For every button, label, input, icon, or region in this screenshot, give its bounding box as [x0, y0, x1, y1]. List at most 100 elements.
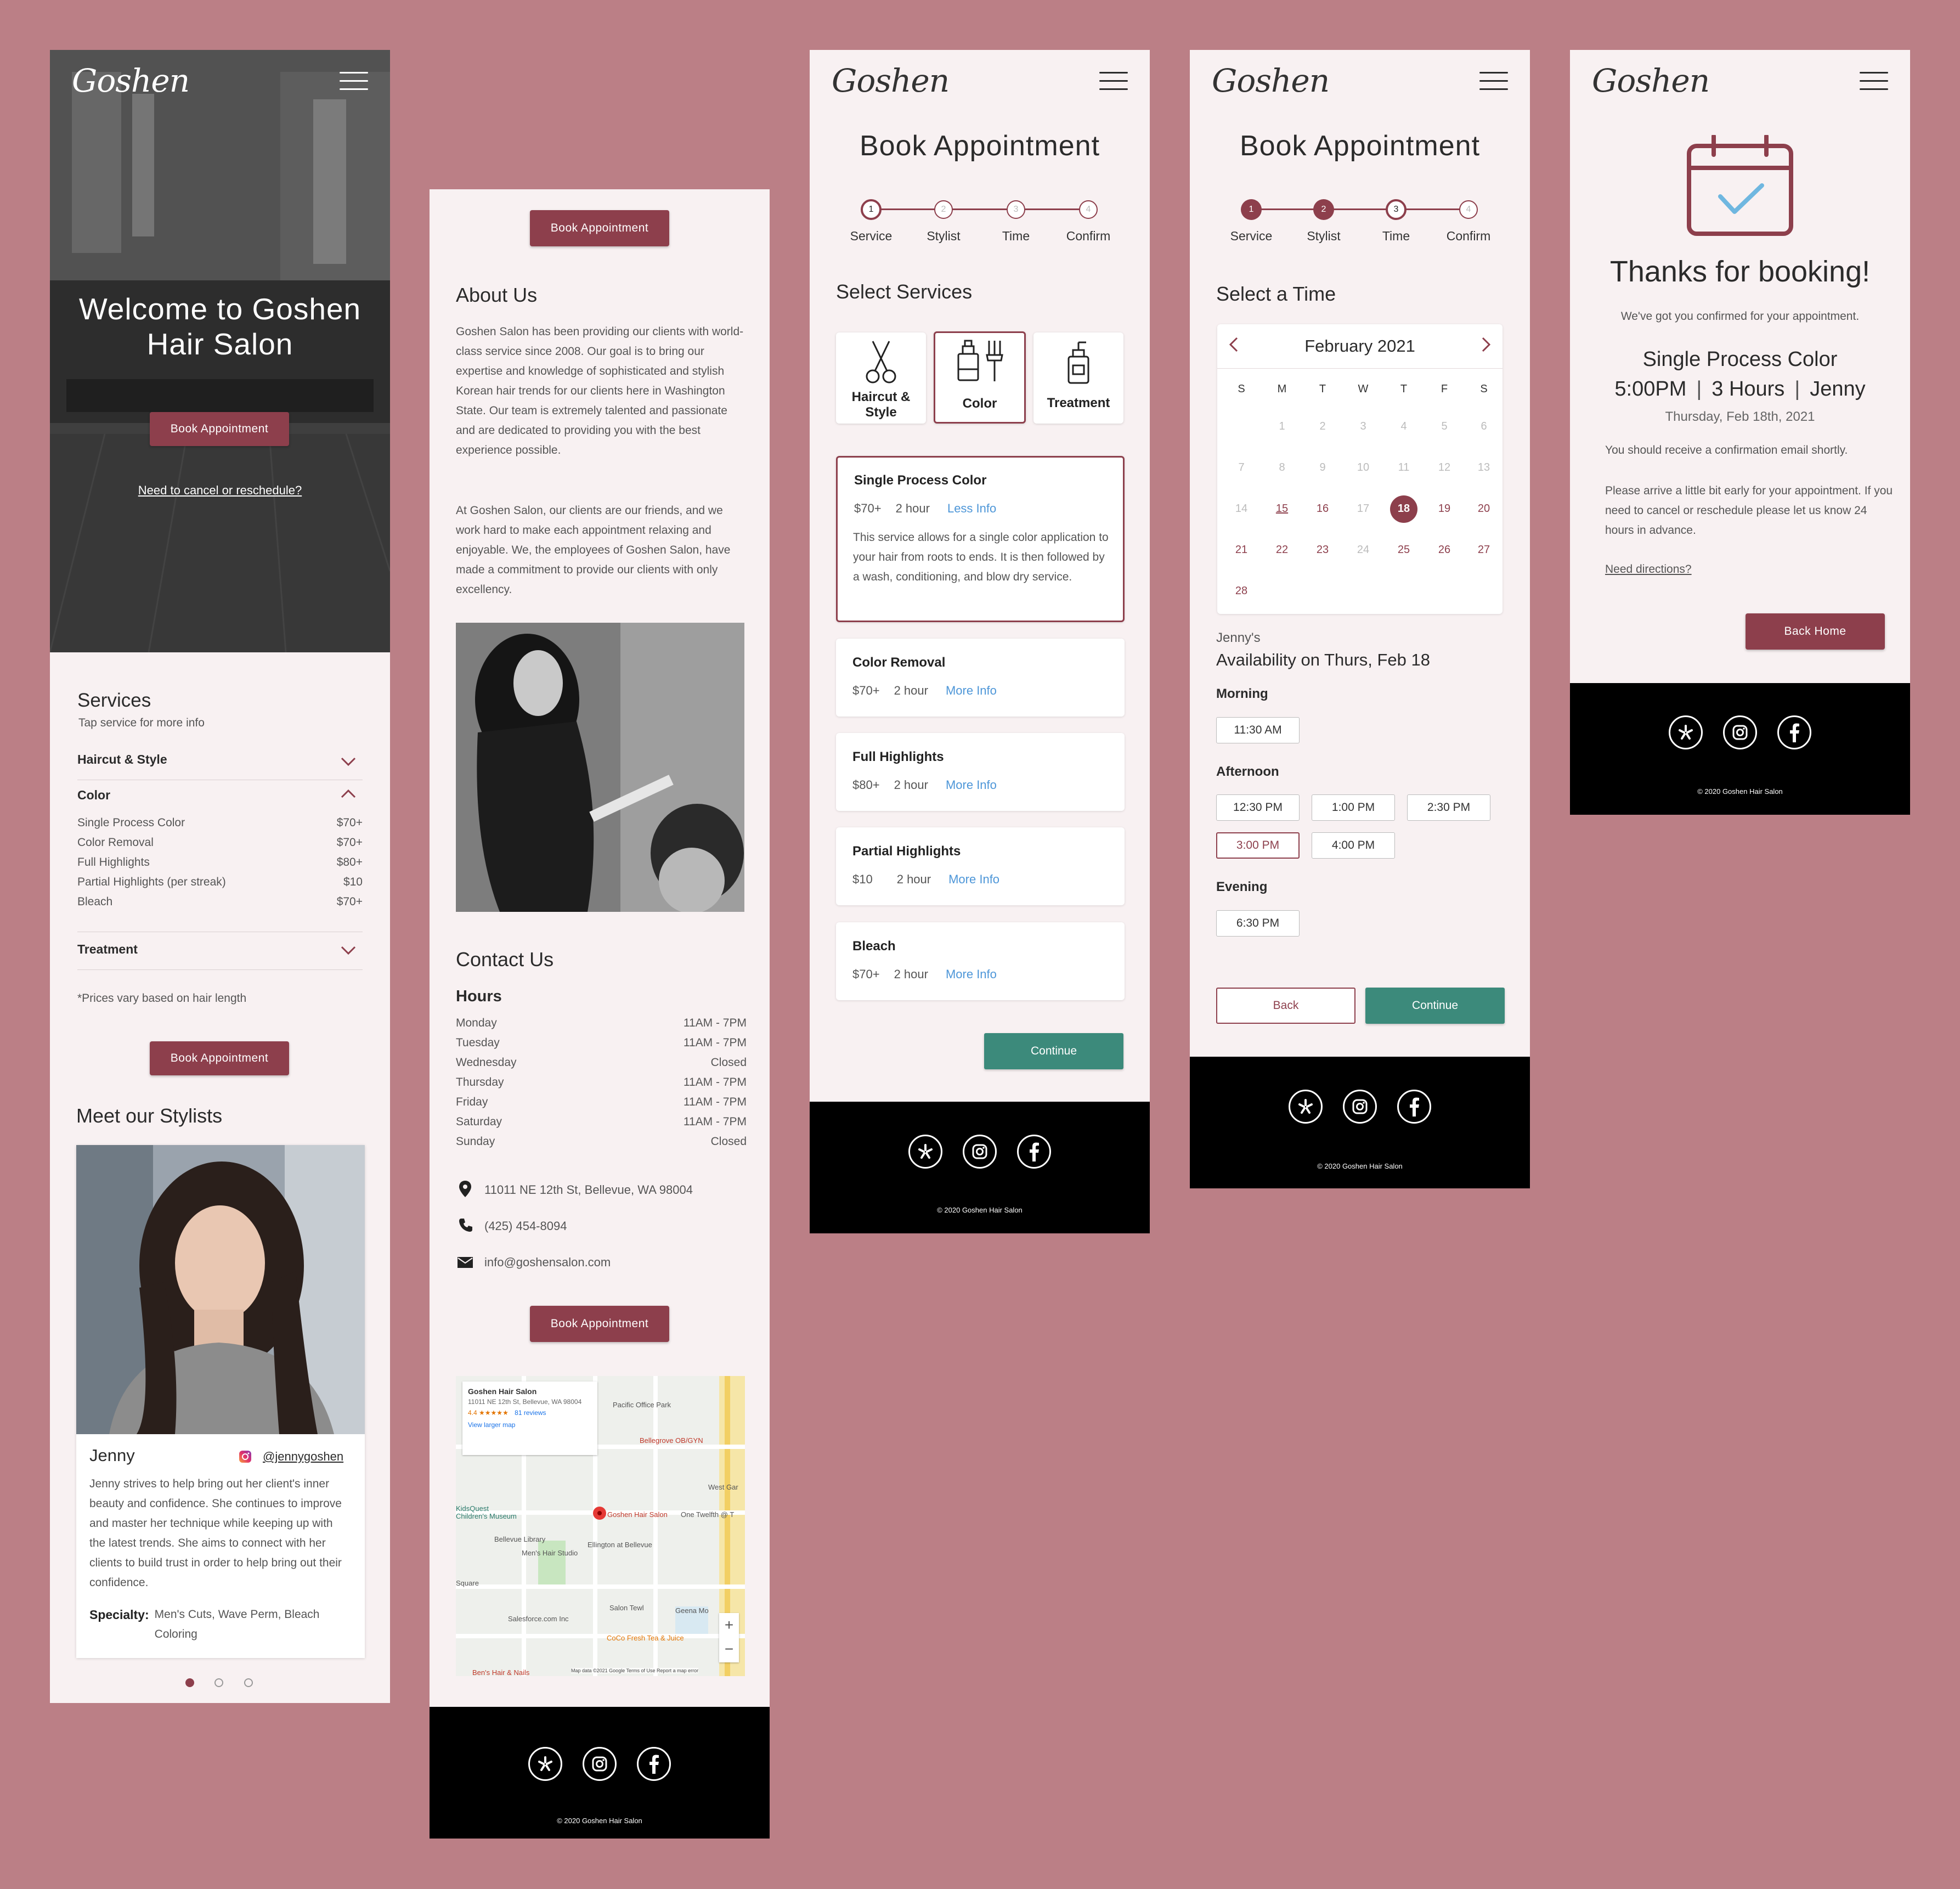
- step-2-dot[interactable]: 2: [1313, 199, 1334, 220]
- logo[interactable]: Goshen: [832, 62, 950, 99]
- time-slot[interactable]: 1:00 PM: [1312, 794, 1395, 821]
- stylist-card[interactable]: Jenny @jennygoshen Jenny strives to help…: [76, 1145, 365, 1658]
- facebook-icon[interactable]: [637, 1747, 671, 1781]
- carousel-dot[interactable]: [214, 1678, 223, 1687]
- booked-date: Thursday, Feb 18th, 2021: [1665, 409, 1815, 424]
- address[interactable]: 11011 NE 12th St, Bellevue, WA 98004: [484, 1183, 693, 1197]
- step-4-dot[interactable]: 4: [1079, 200, 1098, 219]
- step-3-dot[interactable]: 3: [1007, 200, 1025, 219]
- instagram-icon[interactable]: [239, 1450, 252, 1463]
- calendar-day: 17: [1357, 503, 1370, 515]
- stylist-handle[interactable]: @jennygoshen: [263, 1450, 343, 1464]
- time-slot[interactable]: 12:30 PM: [1216, 794, 1300, 821]
- phone[interactable]: (425) 454-8094: [484, 1219, 567, 1233]
- service-card[interactable]: Color Removal $70+ 2 hour More Info: [836, 639, 1125, 717]
- time-slot-selected[interactable]: 3:00 PM: [1216, 832, 1300, 859]
- hamburger-icon[interactable]: [1479, 72, 1508, 91]
- instagram-icon[interactable]: [583, 1747, 617, 1781]
- directions-link[interactable]: Need directions?: [1605, 563, 1692, 576]
- carousel-dot-active[interactable]: [185, 1678, 194, 1687]
- time-slot[interactable]: 6:30 PM: [1216, 910, 1300, 937]
- more-info-link[interactable]: More Info: [948, 872, 999, 886]
- calendar-day[interactable]: 16: [1306, 503, 1339, 515]
- category-color[interactable]: Color: [77, 788, 363, 810]
- specialty-label: Specialty:: [89, 1608, 149, 1622]
- step-1-dot[interactable]: 1: [1241, 199, 1262, 220]
- book-appointment-button[interactable]: Book Appointment: [530, 1306, 669, 1342]
- service-card[interactable]: Partial Highlights $10 2 hour More Info: [836, 827, 1125, 905]
- category-treatment[interactable]: Treatment: [77, 942, 363, 970]
- map-reviews[interactable]: 81 reviews: [515, 1409, 546, 1417]
- less-info-link[interactable]: Less Info: [947, 501, 996, 515]
- chevron-down-icon[interactable]: [341, 945, 356, 955]
- continue-button[interactable]: Continue: [984, 1033, 1123, 1069]
- map-larger-link[interactable]: View larger map: [468, 1421, 592, 1429]
- chevron-up-icon[interactable]: [341, 789, 356, 799]
- time-slot[interactable]: 2:30 PM: [1407, 794, 1490, 821]
- email[interactable]: info@goshensalon.com: [484, 1255, 611, 1270]
- facebook-icon[interactable]: [1017, 1135, 1051, 1169]
- service-card[interactable]: Full Highlights $80+ 2 hour More Info: [836, 733, 1125, 811]
- back-button[interactable]: Back: [1216, 988, 1355, 1024]
- book-appointment-button[interactable]: Book Appointment: [530, 210, 669, 246]
- service-price: $70+: [854, 501, 882, 515]
- hours-day: Sunday: [456, 1135, 495, 1148]
- zoom-in-icon[interactable]: +: [719, 1613, 739, 1637]
- hamburger-icon[interactable]: [1860, 72, 1888, 91]
- yelp-icon[interactable]: [528, 1747, 562, 1781]
- map-zoom-control[interactable]: + −: [719, 1613, 739, 1662]
- logo[interactable]: Goshen: [1592, 62, 1710, 99]
- booked-time: 5:00PM: [1614, 377, 1687, 401]
- step-3-dot[interactable]: 3: [1386, 199, 1407, 220]
- service-card[interactable]: Bleach $70+ 2 hour More Info: [836, 922, 1125, 1000]
- category-haircut-style[interactable]: Haircut & Style: [836, 332, 926, 424]
- step-4-dot[interactable]: 4: [1459, 200, 1478, 219]
- calendar-day-selected[interactable]: 18: [1387, 503, 1420, 515]
- calendar-day[interactable]: 19: [1428, 503, 1461, 515]
- calendar-day[interactable]: 28: [1225, 585, 1258, 597]
- calendar-day[interactable]: 20: [1467, 503, 1500, 515]
- time-slot[interactable]: 11:30 AM: [1216, 717, 1300, 743]
- yelp-icon[interactable]: [908, 1135, 942, 1169]
- category-color[interactable]: Color: [934, 331, 1026, 424]
- calendar-day[interactable]: 27: [1467, 544, 1500, 556]
- more-info-link[interactable]: More Info: [946, 967, 997, 981]
- book-appointment-button[interactable]: Book Appointment: [150, 412, 289, 446]
- logo[interactable]: Goshen: [1212, 62, 1330, 99]
- calendar-day[interactable]: 26: [1428, 544, 1461, 556]
- instagram-icon[interactable]: [1343, 1090, 1377, 1124]
- facebook-icon[interactable]: [1397, 1090, 1431, 1124]
- service-card-selected[interactable]: Single Process Color $70+ 2 hour Less Info…: [836, 456, 1125, 622]
- yelp-icon[interactable]: [1289, 1090, 1323, 1124]
- logo[interactable]: Goshen: [72, 62, 190, 99]
- hamburger-icon[interactable]: [1099, 72, 1128, 91]
- instagram-icon[interactable]: [1723, 715, 1757, 749]
- time-slot[interactable]: 4:00 PM: [1312, 832, 1395, 859]
- calendar-day[interactable]: 21: [1225, 544, 1258, 556]
- phone-icon: [459, 1219, 472, 1232]
- carousel-dot[interactable]: [244, 1678, 253, 1687]
- instagram-icon[interactable]: [963, 1135, 997, 1169]
- calendar-day: 3: [1360, 420, 1366, 432]
- calendar-day[interactable]: 25: [1387, 544, 1420, 556]
- book-appointment-button[interactable]: Book Appointment: [150, 1041, 289, 1075]
- calendar-day[interactable]: 22: [1266, 544, 1298, 556]
- cancel-reschedule-link[interactable]: Need to cancel or reschedule?: [50, 483, 390, 498]
- back-home-button[interactable]: Back Home: [1746, 613, 1885, 650]
- more-info-link[interactable]: More Info: [946, 684, 997, 697]
- continue-button[interactable]: Continue: [1365, 988, 1505, 1024]
- chevron-down-icon[interactable]: [341, 757, 356, 766]
- calendar-day[interactable]: 15: [1266, 503, 1298, 515]
- map[interactable]: Goshen Hair Salon 11011 NE 12th St, Bell…: [456, 1376, 745, 1676]
- facebook-icon[interactable]: [1777, 715, 1811, 749]
- service-description: This service allows for a single color a…: [853, 531, 1109, 583]
- step-2-dot[interactable]: 2: [934, 200, 953, 219]
- zoom-out-icon[interactable]: −: [719, 1637, 739, 1661]
- yelp-icon[interactable]: [1669, 715, 1703, 749]
- step-1-dot[interactable]: 1: [861, 199, 882, 220]
- calendar-day[interactable]: 23: [1306, 544, 1339, 556]
- hamburger-icon[interactable]: [340, 72, 368, 91]
- category-haircut-style[interactable]: Haircut & Style: [77, 752, 363, 780]
- more-info-link[interactable]: More Info: [946, 778, 997, 792]
- category-treatment[interactable]: Treatment: [1033, 332, 1123, 424]
